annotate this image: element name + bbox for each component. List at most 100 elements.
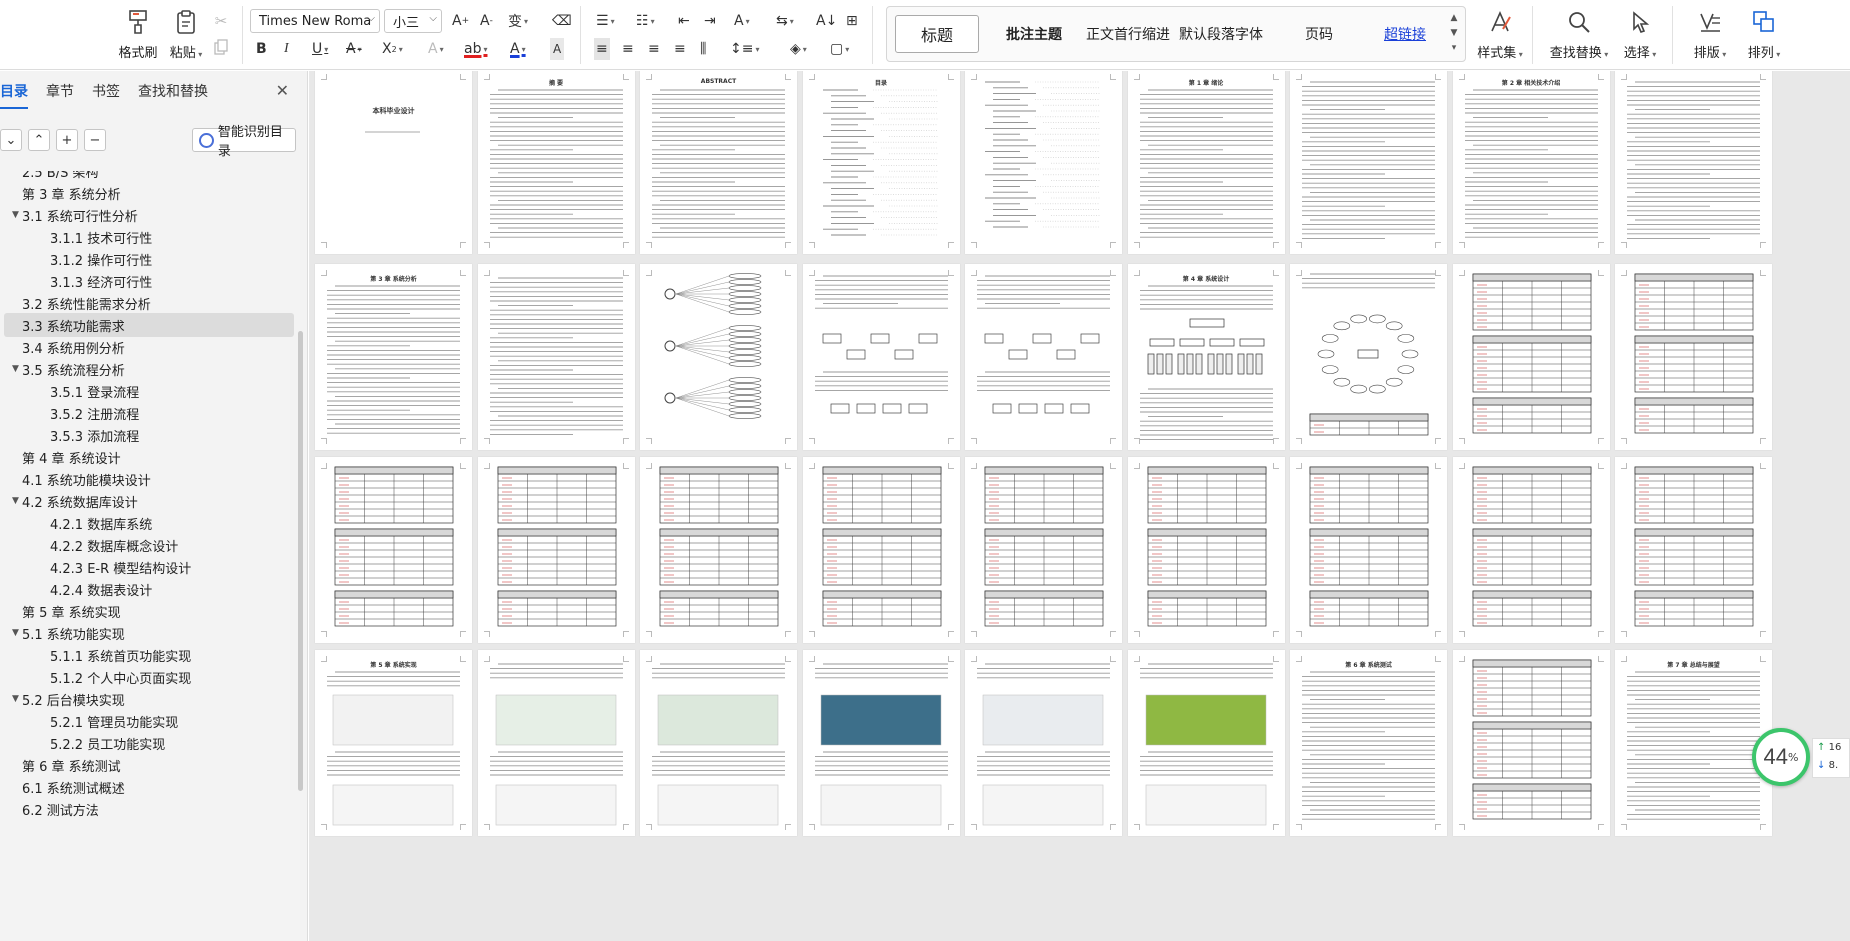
page-thumbnail[interactable]	[640, 264, 797, 450]
page-thumbnail[interactable]: 摘 要	[477, 71, 635, 254]
increase-indent-icon[interactable]: ⇥	[704, 10, 716, 32]
page-thumbnail[interactable]	[1290, 264, 1447, 450]
expand-gallery-icon[interactable]: ▾	[1447, 41, 1461, 56]
page-thumbnail[interactable]: 第 3 章 系统分析	[315, 264, 472, 450]
page-thumbnail[interactable]	[1615, 264, 1772, 450]
page-thumbnail[interactable]	[477, 264, 635, 450]
toc-item[interactable]: 3.1.2 操作可行性	[4, 247, 294, 271]
bullet-list-icon[interactable]: ☰ ▾	[596, 10, 615, 32]
gallery-scroll[interactable]: ▲ ▼ ▾	[1447, 11, 1461, 56]
style-set-button[interactable]: 样式集	[1474, 6, 1526, 62]
toc-item[interactable]: 第 5 章 系统实现	[4, 599, 294, 623]
toc-item[interactable]: 3.4 系统用例分析	[4, 335, 294, 359]
toc-item[interactable]: 4.1 系统功能模块设计	[4, 467, 294, 491]
add-heading-button[interactable]: +	[56, 129, 78, 151]
toc-item[interactable]: 5.2.2 员工功能实现	[4, 731, 294, 755]
page-thumbnail[interactable]: ABSTRACT	[640, 71, 797, 254]
toc-item[interactable]: ▼ 5.1 系统功能实现	[4, 621, 294, 645]
page-thumbnail[interactable]	[1615, 457, 1772, 643]
bold-icon[interactable]: B	[256, 38, 267, 60]
toc-item[interactable]: 3.2 系统性能需求分析	[4, 291, 294, 315]
expand-caret-icon[interactable]: ▼	[12, 628, 19, 638]
toc-item[interactable]: 3.1.1 技术可行性	[4, 225, 294, 249]
expand-caret-icon[interactable]: ▼	[12, 496, 19, 506]
expand-caret-icon[interactable]: ▼	[12, 694, 19, 704]
toc-item[interactable]: ▼ 3.1 系统可行性分析	[4, 203, 294, 227]
show-marks-icon[interactable]: ⊞	[846, 10, 858, 32]
layout-button[interactable]: 排版	[1684, 6, 1736, 62]
page-thumbnail[interactable]: 第 6 章 系统测试	[1290, 650, 1447, 836]
toc-item[interactable]: 5.1.2 个人中心页面实现	[4, 665, 294, 689]
toc-item[interactable]: 3.1.3 经济可行性	[4, 269, 294, 293]
clear-format-icon[interactable]: ⌫	[552, 10, 572, 32]
arrange-button[interactable]: 排列	[1738, 6, 1790, 62]
toc-item[interactable]: ▼ 5.2 后台模块实现	[4, 687, 294, 711]
style-default-font[interactable]: 默认段落字体	[1175, 15, 1267, 53]
page-thumbnail[interactable]	[802, 650, 960, 836]
toc-item[interactable]: 3.3 系统功能需求	[4, 313, 294, 337]
align-left-icon[interactable]: ≡	[594, 38, 610, 60]
italic-icon[interactable]: I	[284, 38, 289, 60]
align-right-icon[interactable]: ≡	[648, 38, 660, 60]
remove-heading-button[interactable]: −	[84, 129, 106, 151]
page-thumbnail[interactable]	[965, 264, 1122, 450]
chevron-up-icon[interactable]: ▲	[1447, 11, 1461, 26]
font-size-select[interactable]: 小三 ⌵	[384, 9, 442, 33]
toc-item[interactable]: ▼ 4.2 系统数据库设计	[4, 489, 294, 513]
page-thumbnail[interactable]	[1127, 650, 1285, 836]
style-hyperlink[interactable]: 超链接	[1365, 15, 1445, 53]
tab-bookmarks[interactable]: 书签	[92, 81, 120, 101]
page-thumbnail[interactable]: 第 5 章 系统实现	[315, 650, 472, 836]
find-replace-button[interactable]: 查找替换	[1544, 6, 1614, 62]
numbered-list-icon[interactable]: ☷ ▾	[636, 10, 655, 32]
page-thumbnail[interactable]	[640, 650, 797, 836]
chinese-layout-icon[interactable]: A ▾	[734, 10, 750, 32]
page-thumbnail[interactable]: 本科毕业设计	[315, 71, 472, 254]
toc-item[interactable]: 4.2.3 E-R 模型结构设计	[4, 555, 294, 579]
paste-button[interactable]: 粘贴	[160, 6, 212, 62]
justify-icon[interactable]: ≡	[674, 38, 686, 60]
page-thumbnail[interactable]	[1452, 457, 1610, 643]
page-thumbnail[interactable]	[315, 457, 472, 643]
toc-item[interactable]: 第 6 章 系统测试	[4, 753, 294, 777]
toc-item[interactable]: 4.2.4 数据表设计	[4, 577, 294, 601]
border-icon[interactable]: ▢ ▾	[830, 38, 849, 60]
page-thumbnail[interactable]	[1452, 650, 1610, 836]
page-thumbnail[interactable]: 第 1 章 绪论	[1127, 71, 1285, 254]
tab-chapters[interactable]: 章节	[46, 81, 74, 101]
page-thumbnail[interactable]	[477, 650, 635, 836]
document-canvas[interactable]: 本科毕业设计 摘 要 ABSTRACT 目录 第 1 章 绪论 第 2 章 相关技术介绍第…	[309, 71, 1850, 941]
chevron-down-icon[interactable]: ▼	[1447, 26, 1461, 41]
style-body-indent[interactable]: 正文首行缩进	[1083, 15, 1173, 53]
toc-item[interactable]: 第 4 章 系统设计	[4, 445, 294, 469]
format-painter-button[interactable]: 格式刷	[112, 6, 164, 62]
page-thumbnail[interactable]	[965, 457, 1122, 643]
toc-item[interactable]: 3.5.2 注册流程	[4, 401, 294, 425]
increase-font-icon[interactable]: A +	[452, 10, 469, 32]
page-thumbnail[interactable]	[477, 457, 635, 643]
toc-item[interactable]: 6.2 测试方法	[4, 797, 294, 821]
zoom-indicator[interactable]: 44%	[1752, 728, 1810, 786]
toc-item[interactable]: 6.1 系统测试概述	[4, 775, 294, 799]
tab-toc[interactable]: 目录	[0, 81, 28, 109]
page-thumbnail[interactable]	[1290, 71, 1447, 254]
toc-item[interactable]: 4.2.2 数据库概念设计	[4, 533, 294, 557]
superscript-icon[interactable]: X 2 ▾	[382, 38, 403, 60]
toc-item[interactable]: 3.5.1 登录流程	[4, 379, 294, 403]
page-thumbnail[interactable]	[965, 650, 1122, 836]
toc-item[interactable]: ▼ 3.5 系统流程分析	[4, 357, 294, 381]
text-effect-icon[interactable]: A ▾	[428, 38, 444, 60]
page-thumbnail[interactable]	[802, 457, 960, 643]
style-page-number[interactable]: 页码	[1279, 15, 1359, 53]
font-name-select[interactable]: Times New Roma ⌵	[250, 9, 380, 33]
tab-find-replace[interactable]: 查找和替换	[138, 81, 208, 101]
expand-caret-icon[interactable]: ▼	[12, 210, 19, 220]
char-shading-icon[interactable]: A	[550, 38, 565, 60]
style-comment-subject[interactable]: 批注主题	[993, 15, 1075, 53]
underline-icon[interactable]: U ▾	[312, 38, 328, 60]
toc-item[interactable]: 5.2.1 管理员功能实现	[4, 709, 294, 733]
font-color-icon[interactable]: A ▾	[510, 38, 526, 60]
collapse-all-button[interactable]: ⌄	[0, 129, 22, 151]
toc-item[interactable]: 5.1.1 系统首页功能实现	[4, 643, 294, 667]
page-thumbnail[interactable]	[802, 264, 960, 450]
